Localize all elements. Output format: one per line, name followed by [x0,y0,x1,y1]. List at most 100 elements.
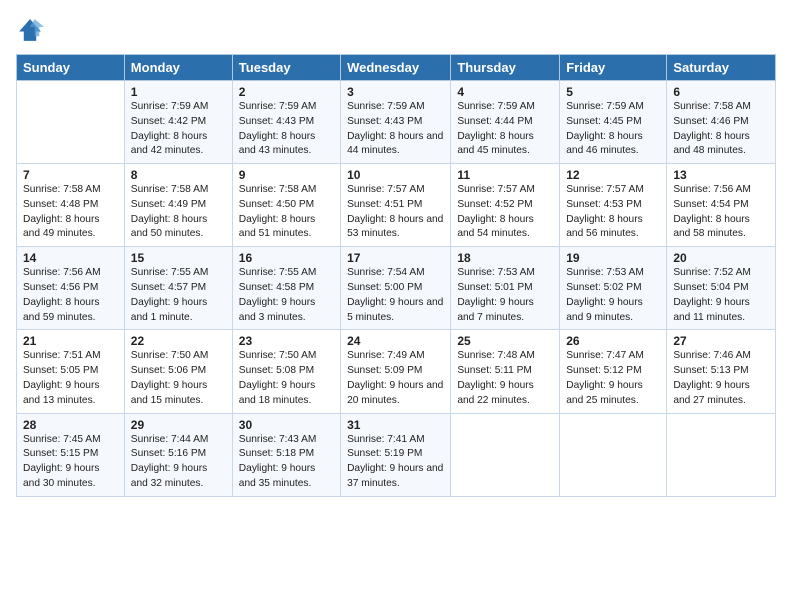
day-header-sunday: Sunday [17,55,125,81]
day-info: Sunrise: 7:59 AMSunset: 4:43 PMDaylight:… [347,100,444,159]
calendar-cell: 31Sunrise: 7:41 AMSunset: 5:19 PMDayligh… [341,413,451,496]
day-info: Sunrise: 7:58 AMSunset: 4:49 PMDaylight:… [131,183,226,242]
day-number: 15 [131,251,226,265]
day-number: 11 [457,168,553,182]
day-info: Sunrise: 7:52 AMSunset: 5:04 PMDaylight:… [673,266,769,325]
day-number: 13 [673,168,769,182]
day-info: Sunrise: 7:50 AMSunset: 5:08 PMDaylight:… [239,349,334,408]
calendar-table: SundayMondayTuesdayWednesdayThursdayFrid… [16,54,776,497]
day-number: 21 [23,334,118,348]
calendar-cell: 10Sunrise: 7:57 AMSunset: 4:51 PMDayligh… [341,164,451,247]
day-info: Sunrise: 7:50 AMSunset: 5:06 PMDaylight:… [131,349,226,408]
day-number: 1 [131,85,226,99]
day-number: 2 [239,85,334,99]
day-number: 27 [673,334,769,348]
calendar-cell: 5Sunrise: 7:59 AMSunset: 4:45 PMDaylight… [560,81,667,164]
calendar-cell: 27Sunrise: 7:46 AMSunset: 5:13 PMDayligh… [667,330,776,413]
day-header-tuesday: Tuesday [232,55,340,81]
day-info: Sunrise: 7:53 AMSunset: 5:01 PMDaylight:… [457,266,553,325]
calendar-week-4: 21Sunrise: 7:51 AMSunset: 5:05 PMDayligh… [17,330,776,413]
calendar-cell: 1Sunrise: 7:59 AMSunset: 4:42 PMDaylight… [124,81,232,164]
day-info: Sunrise: 7:47 AMSunset: 5:12 PMDaylight:… [566,349,660,408]
day-info: Sunrise: 7:44 AMSunset: 5:16 PMDaylight:… [131,433,226,492]
header [16,16,776,44]
day-number: 25 [457,334,553,348]
day-info: Sunrise: 7:56 AMSunset: 4:56 PMDaylight:… [23,266,118,325]
calendar-cell: 9Sunrise: 7:58 AMSunset: 4:50 PMDaylight… [232,164,340,247]
day-number: 18 [457,251,553,265]
day-info: Sunrise: 7:56 AMSunset: 4:54 PMDaylight:… [673,183,769,242]
day-info: Sunrise: 7:57 AMSunset: 4:52 PMDaylight:… [457,183,553,242]
day-number: 24 [347,334,444,348]
day-info: Sunrise: 7:59 AMSunset: 4:43 PMDaylight:… [239,100,334,159]
calendar-cell: 26Sunrise: 7:47 AMSunset: 5:12 PMDayligh… [560,330,667,413]
day-header-friday: Friday [560,55,667,81]
day-number: 26 [566,334,660,348]
day-header-thursday: Thursday [451,55,560,81]
calendar-header-row: SundayMondayTuesdayWednesdayThursdayFrid… [17,55,776,81]
day-info: Sunrise: 7:57 AMSunset: 4:51 PMDaylight:… [347,183,444,242]
day-number: 16 [239,251,334,265]
day-header-saturday: Saturday [667,55,776,81]
calendar-cell: 15Sunrise: 7:55 AMSunset: 4:57 PMDayligh… [124,247,232,330]
day-info: Sunrise: 7:57 AMSunset: 4:53 PMDaylight:… [566,183,660,242]
day-number: 3 [347,85,444,99]
page-container: SundayMondayTuesdayWednesdayThursdayFrid… [0,0,792,507]
calendar-cell: 3Sunrise: 7:59 AMSunset: 4:43 PMDaylight… [341,81,451,164]
day-number: 9 [239,168,334,182]
calendar-cell: 16Sunrise: 7:55 AMSunset: 4:58 PMDayligh… [232,247,340,330]
day-info: Sunrise: 7:43 AMSunset: 5:18 PMDaylight:… [239,433,334,492]
day-info: Sunrise: 7:41 AMSunset: 5:19 PMDaylight:… [347,433,444,492]
day-info: Sunrise: 7:59 AMSunset: 4:42 PMDaylight:… [131,100,226,159]
calendar-cell: 29Sunrise: 7:44 AMSunset: 5:16 PMDayligh… [124,413,232,496]
calendar-cell: 7Sunrise: 7:58 AMSunset: 4:48 PMDaylight… [17,164,125,247]
day-info: Sunrise: 7:49 AMSunset: 5:09 PMDaylight:… [347,349,444,408]
calendar-week-3: 14Sunrise: 7:56 AMSunset: 4:56 PMDayligh… [17,247,776,330]
day-info: Sunrise: 7:46 AMSunset: 5:13 PMDaylight:… [673,349,769,408]
calendar-cell: 24Sunrise: 7:49 AMSunset: 5:09 PMDayligh… [341,330,451,413]
day-number: 10 [347,168,444,182]
logo-icon [16,16,44,44]
calendar-cell: 25Sunrise: 7:48 AMSunset: 5:11 PMDayligh… [451,330,560,413]
day-info: Sunrise: 7:58 AMSunset: 4:50 PMDaylight:… [239,183,334,242]
day-number: 23 [239,334,334,348]
day-number: 12 [566,168,660,182]
calendar-week-2: 7Sunrise: 7:58 AMSunset: 4:48 PMDaylight… [17,164,776,247]
day-number: 6 [673,85,769,99]
calendar-cell: 20Sunrise: 7:52 AMSunset: 5:04 PMDayligh… [667,247,776,330]
calendar-cell: 30Sunrise: 7:43 AMSunset: 5:18 PMDayligh… [232,413,340,496]
calendar-cell: 6Sunrise: 7:58 AMSunset: 4:46 PMDaylight… [667,81,776,164]
day-info: Sunrise: 7:55 AMSunset: 4:57 PMDaylight:… [131,266,226,325]
day-header-wednesday: Wednesday [341,55,451,81]
calendar-cell: 21Sunrise: 7:51 AMSunset: 5:05 PMDayligh… [17,330,125,413]
calendar-cell: 23Sunrise: 7:50 AMSunset: 5:08 PMDayligh… [232,330,340,413]
day-number: 28 [23,418,118,432]
day-info: Sunrise: 7:59 AMSunset: 4:45 PMDaylight:… [566,100,660,159]
calendar-cell: 17Sunrise: 7:54 AMSunset: 5:00 PMDayligh… [341,247,451,330]
calendar-cell: 14Sunrise: 7:56 AMSunset: 4:56 PMDayligh… [17,247,125,330]
day-info: Sunrise: 7:48 AMSunset: 5:11 PMDaylight:… [457,349,553,408]
day-number: 29 [131,418,226,432]
calendar-cell [17,81,125,164]
calendar-week-1: 1Sunrise: 7:59 AMSunset: 4:42 PMDaylight… [17,81,776,164]
day-info: Sunrise: 7:55 AMSunset: 4:58 PMDaylight:… [239,266,334,325]
calendar-cell: 4Sunrise: 7:59 AMSunset: 4:44 PMDaylight… [451,81,560,164]
day-number: 22 [131,334,226,348]
day-info: Sunrise: 7:58 AMSunset: 4:46 PMDaylight:… [673,100,769,159]
day-info: Sunrise: 7:54 AMSunset: 5:00 PMDaylight:… [347,266,444,325]
day-number: 14 [23,251,118,265]
calendar-cell: 8Sunrise: 7:58 AMSunset: 4:49 PMDaylight… [124,164,232,247]
calendar-cell: 12Sunrise: 7:57 AMSunset: 4:53 PMDayligh… [560,164,667,247]
day-header-monday: Monday [124,55,232,81]
day-number: 5 [566,85,660,99]
day-number: 20 [673,251,769,265]
day-number: 7 [23,168,118,182]
day-number: 30 [239,418,334,432]
calendar-cell: 2Sunrise: 7:59 AMSunset: 4:43 PMDaylight… [232,81,340,164]
day-info: Sunrise: 7:58 AMSunset: 4:48 PMDaylight:… [23,183,118,242]
day-info: Sunrise: 7:45 AMSunset: 5:15 PMDaylight:… [23,433,118,492]
calendar-cell: 13Sunrise: 7:56 AMSunset: 4:54 PMDayligh… [667,164,776,247]
calendar-cell: 28Sunrise: 7:45 AMSunset: 5:15 PMDayligh… [17,413,125,496]
calendar-cell: 18Sunrise: 7:53 AMSunset: 5:01 PMDayligh… [451,247,560,330]
logo [16,16,48,44]
